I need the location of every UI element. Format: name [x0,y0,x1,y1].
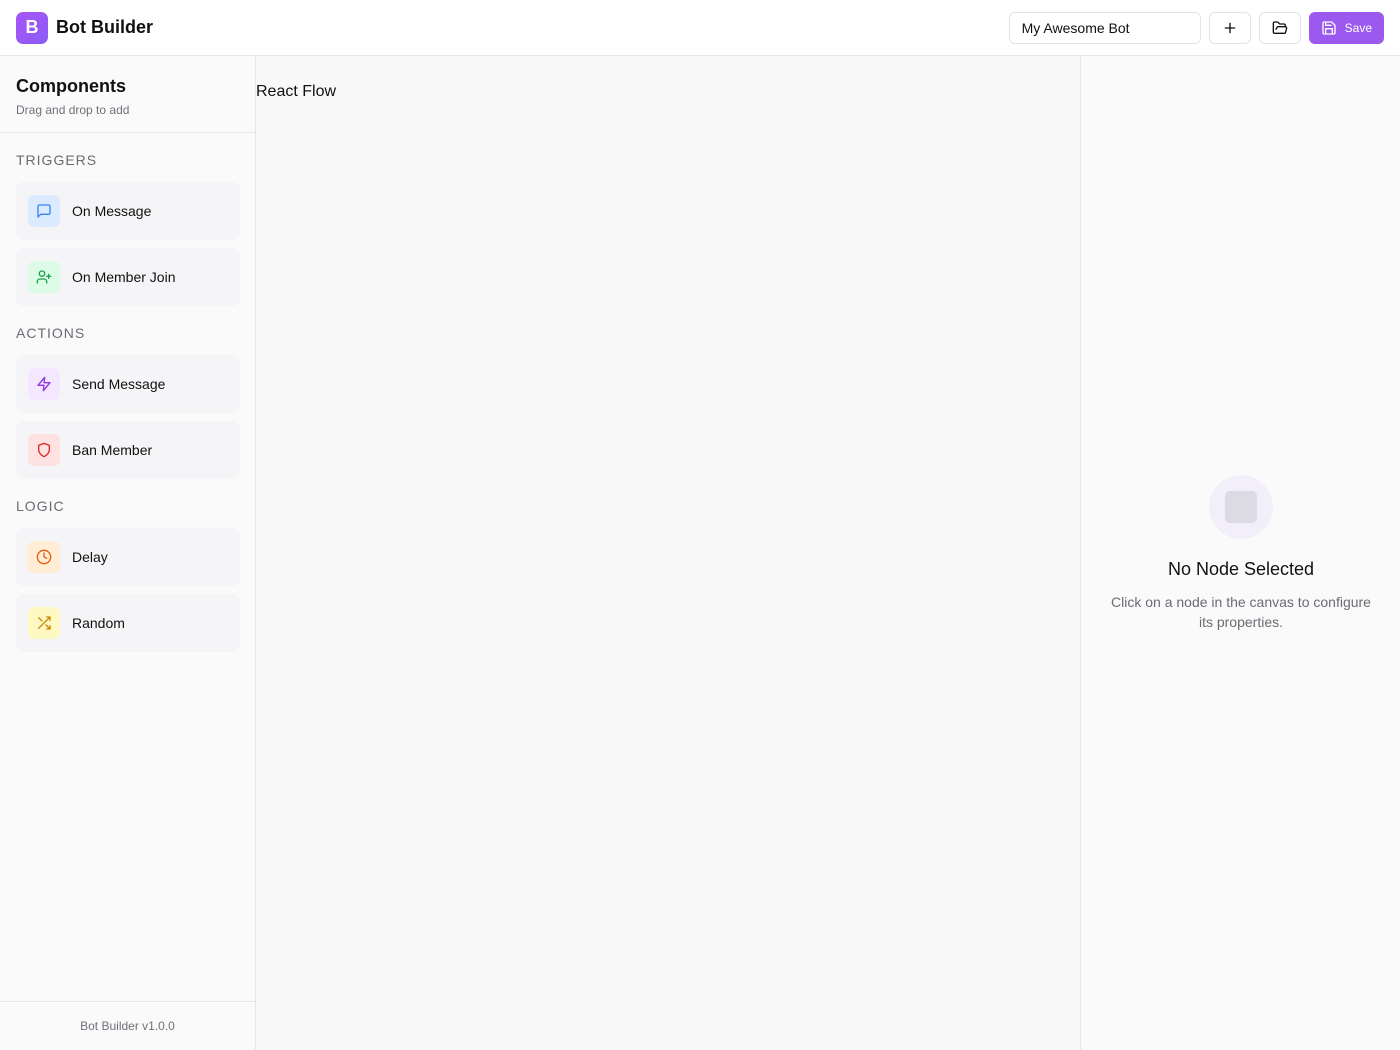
section-label: ACTIONS [16,325,86,341]
save-button-label: Save [1344,20,1372,35]
shield-icon [38,442,50,458]
components-sidebar: Components Drag and drop to add TRIGGERS… [0,56,256,1050]
empty-state: No Node Selected Click on a node in the … [1081,475,1400,632]
brand: B Bot Builder [16,11,153,44]
message-square-icon [37,204,51,218]
zap-icon [37,376,51,392]
header-actions: Save [1008,11,1384,44]
save-icon [1321,20,1336,35]
component-on-member-join[interactable]: On Member Join [16,248,240,306]
clock-icon [36,549,52,565]
folder-open-icon [1272,20,1287,34]
component-delay[interactable]: Delay [16,528,240,586]
section-triggers: TRIGGERS On Message On Member Join [0,152,255,306]
item-label: Delay [72,549,108,565]
flow-canvas[interactable]: React Flow [256,56,1080,1050]
section-actions: ACTIONS Send Message Ban Member [0,325,255,479]
item-label: Ban Member [72,442,153,458]
sidebar-subtitle: Drag and drop to add [16,103,130,117]
item-label: On Message [72,203,152,219]
user-plus-icon [36,270,52,284]
new-bot-button[interactable] [1208,11,1251,44]
item-icon-box [28,607,60,639]
sidebar-title: Components [16,76,126,96]
empty-state-icon [1209,475,1273,539]
section-label: TRIGGERS [16,152,98,168]
header: B Bot Builder Save [0,0,1400,56]
empty-state-title: No Node Selected [1167,559,1315,579]
section-label: LOGIC [16,498,65,514]
component-random[interactable]: Random [16,594,240,652]
canvas-placeholder-label: React Flow [256,83,337,100]
component-send-message[interactable]: Send Message [16,355,240,413]
save-button[interactable]: Save [1308,11,1384,44]
bot-name-input[interactable] [1008,11,1201,44]
empty-state-description: Click on a node in the canvas to configu… [1111,594,1371,630]
app-logo: B [16,11,48,44]
shuffle-icon [38,616,51,630]
placeholder-square-icon [1225,491,1257,523]
sidebar-header: Components Drag and drop to add [0,56,255,133]
properties-panel: No Node Selected Click on a node in the … [1080,56,1400,1050]
component-on-message[interactable]: On Message [16,182,240,240]
item-icon-box [28,434,60,466]
item-icon-box [28,541,60,573]
app-title: Bot Builder [56,17,153,37]
sidebar-footer: Bot Builder v1.0.0 [0,1001,255,1050]
plus-icon [1224,22,1235,33]
component-ban-member[interactable]: Ban Member [16,421,240,479]
item-icon-box [28,261,60,293]
item-label: Random [72,615,125,631]
item-label: On Member Join [72,269,176,285]
item-icon-box [28,368,60,400]
open-bot-button[interactable] [1258,11,1301,44]
item-label: Send Message [72,376,166,392]
section-logic: LOGIC Delay Random [0,498,255,652]
item-icon-box [28,195,60,227]
